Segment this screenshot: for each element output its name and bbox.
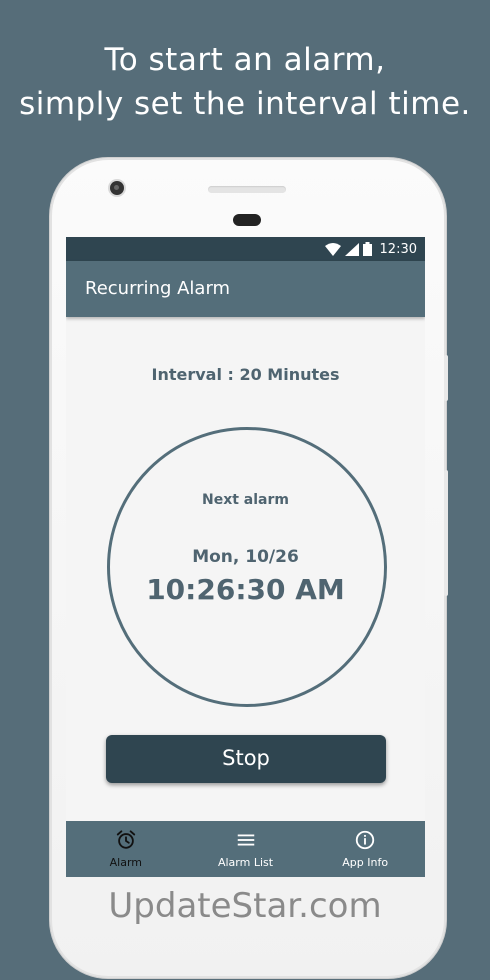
- next-alarm-ring: [107, 427, 387, 707]
- nav-label-alarm: Alarm: [109, 856, 143, 869]
- phone-screen: 12:30 Recurring Alarm Interval : 20 Minu…: [66, 237, 425, 877]
- app-bar: Recurring Alarm: [66, 261, 425, 317]
- nav-label-alarm-list: Alarm List: [217, 856, 274, 869]
- promo-headline: To start an alarm, simply set the interv…: [0, 38, 490, 126]
- proximity-sensor: [233, 214, 261, 226]
- status-time: 12:30: [379, 241, 417, 257]
- bottom-navigation: Alarm Alarm List App Info: [66, 821, 425, 877]
- headline-line-1: To start an alarm,: [104, 42, 386, 78]
- app-title: Recurring Alarm: [85, 278, 231, 299]
- next-alarm-time: 10:26:30 AM: [146, 573, 345, 606]
- nav-label-app-info: App Info: [342, 856, 389, 869]
- wifi-icon: [324, 242, 341, 256]
- status-bar: 12:30: [66, 237, 425, 261]
- list-icon: [237, 834, 254, 846]
- nav-item-alarm-list[interactable]: Alarm List: [186, 821, 306, 877]
- front-camera: [110, 181, 124, 195]
- alarm-clock-icon: [116, 830, 135, 849]
- next-alarm-label: Next alarm: [202, 492, 289, 508]
- phone-side-button-lower: [444, 470, 448, 596]
- stop-button[interactable]: Stop: [106, 735, 386, 783]
- signal-icon: [344, 242, 359, 256]
- phone-side-button-upper: [444, 355, 448, 401]
- info-icon: [356, 830, 375, 850]
- nav-item-alarm[interactable]: Alarm: [66, 821, 186, 877]
- watermark-text: UpdateStar.com: [108, 886, 382, 926]
- battery-icon: [362, 242, 372, 256]
- headline-line-2: simply set the interval time.: [19, 86, 471, 122]
- nav-item-app-info[interactable]: App Info: [305, 821, 425, 877]
- next-alarm-date: Mon, 10/26: [192, 547, 299, 567]
- interval-text: Interval : 20 Minutes: [151, 365, 340, 384]
- earpiece-speaker: [208, 186, 286, 193]
